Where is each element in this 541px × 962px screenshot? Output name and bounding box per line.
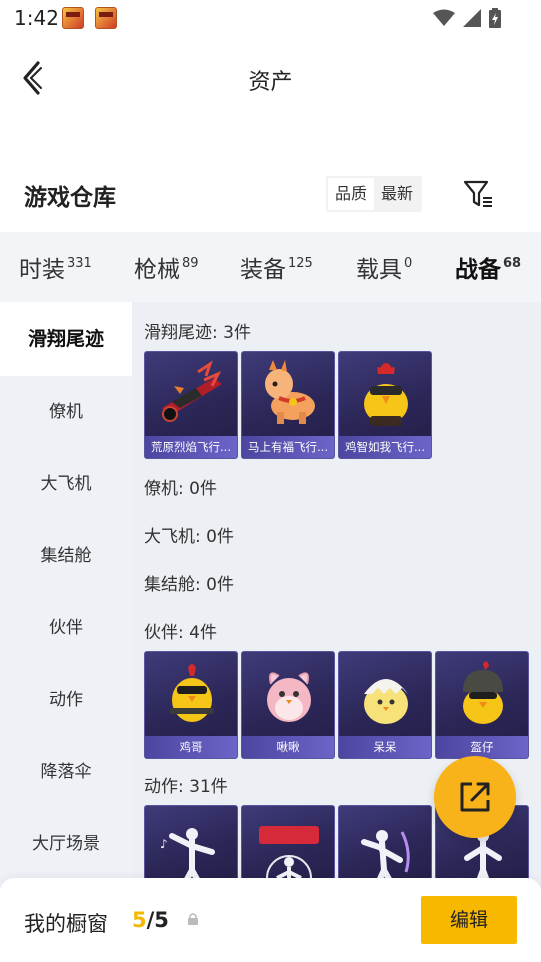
section-title-emote: 动作: 31件 <box>144 777 228 797</box>
item-label: 鸡哥 <box>145 736 237 758</box>
edit-button[interactable]: 编辑 <box>421 896 517 944</box>
item-card-chicken-bro[interactable]: 鸡哥 <box>144 651 238 759</box>
share-button[interactable] <box>434 756 516 838</box>
top-nav: 资产 <box>0 44 541 112</box>
showcase-label: 我的橱窗 <box>24 912 108 936</box>
sidebar-item-glide-trail[interactable]: 滑翔尾迹 <box>0 302 132 376</box>
sidebar-item-parachute[interactable]: 降落伞 <box>0 736 132 808</box>
svg-text:♪: ♪ <box>160 837 168 851</box>
section-title-wingman: 僚机: 0件 <box>144 479 217 499</box>
tab-label: 载具 <box>356 257 402 283</box>
tab-label: 战备 <box>455 257 501 283</box>
tab-vehicles[interactable]: 载具 0 <box>356 250 412 284</box>
section-title-partner: 伙伴: 4件 <box>144 623 217 643</box>
chicken-sunglasses-icon <box>170 664 214 722</box>
showcase-total: /5 <box>146 908 169 932</box>
item-card-kuizai[interactable]: 盔仔 <box>435 651 529 759</box>
item-label: 鸡智如我飞行... <box>339 436 431 458</box>
warehouse-title: 游戏仓库 <box>24 185 116 211</box>
sort-quality-button[interactable]: 品质 <box>328 178 375 210</box>
status-bar: 1:42 <box>0 0 541 36</box>
showcase-bar: 我的橱窗 5/5 编辑 <box>0 878 541 962</box>
item-label: 荒原烈焰飞行... <box>145 436 237 458</box>
item-card-flame-bike[interactable]: 荒原烈焰飞行... <box>144 351 238 459</box>
tab-equipment[interactable]: 装备 125 <box>240 250 313 284</box>
lock-icon <box>188 913 198 925</box>
item-card-jiujiu[interactable]: 啾啾 <box>241 651 335 759</box>
tab-war-prep[interactable]: 战备 68 <box>455 250 522 306</box>
tab-count: 0 <box>404 256 413 271</box>
external-link-icon <box>460 782 490 812</box>
signal-icon <box>463 9 481 27</box>
item-label: 呆呆 <box>339 736 431 758</box>
tab-label: 时装 <box>19 257 65 283</box>
sidebar-item-emote[interactable]: 动作 <box>0 664 132 736</box>
section-title-glide-trail: 滑翔尾迹: 3件 <box>144 323 251 343</box>
sidebar-item-wingman[interactable]: 僚机 <box>0 376 132 448</box>
rooster-chick-icon <box>364 363 408 426</box>
game-notification-icon <box>95 7 117 29</box>
wifi-icon <box>433 9 455 26</box>
helmet-chick-icon <box>463 661 503 724</box>
sidebar-item-partner[interactable]: 伙伴 <box>0 592 132 664</box>
tab-count: 89 <box>182 256 199 271</box>
pink-bird-icon <box>267 672 311 722</box>
item-card-daidai[interactable]: 呆呆 <box>338 651 432 759</box>
tab-count: 68 <box>503 256 522 271</box>
section-title-assembly-pod: 集结舱: 0件 <box>144 575 234 595</box>
tab-fashion[interactable]: 时装 331 <box>19 250 92 284</box>
game-notification-icon <box>62 7 84 29</box>
tab-label: 装备 <box>240 257 286 283</box>
showcase-count: 5/5 <box>132 908 169 932</box>
page-title: 资产 <box>248 70 293 95</box>
category-tabs: 时装 331 枪械 89 装备 125 载具 0 战备 68 <box>0 232 541 306</box>
sort-latest-button[interactable]: 最新 <box>374 178 420 210</box>
sidebar-item-big-plane[interactable]: 大飞机 <box>0 448 132 520</box>
sidebar-item-lobby-scene[interactable]: 大厅场景 <box>0 808 132 880</box>
status-time: 1:42 <box>14 6 59 30</box>
item-card-lucky-horse[interactable]: 马上有福飞行... <box>241 351 335 459</box>
showcase-current: 5 <box>132 908 147 932</box>
filter-icon[interactable] <box>462 178 494 210</box>
tab-count: 331 <box>67 256 92 271</box>
tab-count: 125 <box>288 256 313 271</box>
item-label: 马上有福飞行... <box>242 436 334 458</box>
sidebar: 滑翔尾迹 僚机 大飞机 集结舱 伙伴 动作 降落伞 大厅场景 <box>0 302 132 892</box>
egg-chick-icon <box>364 679 408 724</box>
item-label: 盔仔 <box>436 736 528 758</box>
battery-icon <box>489 8 501 28</box>
sort-toggle: 品质 最新 <box>326 176 423 212</box>
item-card-rooster-chick[interactable]: 鸡智如我飞行... <box>338 351 432 459</box>
tab-guns[interactable]: 枪械 89 <box>134 250 199 284</box>
tab-label: 枪械 <box>134 257 180 283</box>
flame-bike-icon <box>162 360 222 422</box>
lucky-horse-icon <box>265 360 315 424</box>
sidebar-item-assembly-pod[interactable]: 集结舱 <box>0 520 132 592</box>
section-title-big-plane: 大飞机: 0件 <box>144 527 234 547</box>
item-label: 啾啾 <box>242 736 334 758</box>
